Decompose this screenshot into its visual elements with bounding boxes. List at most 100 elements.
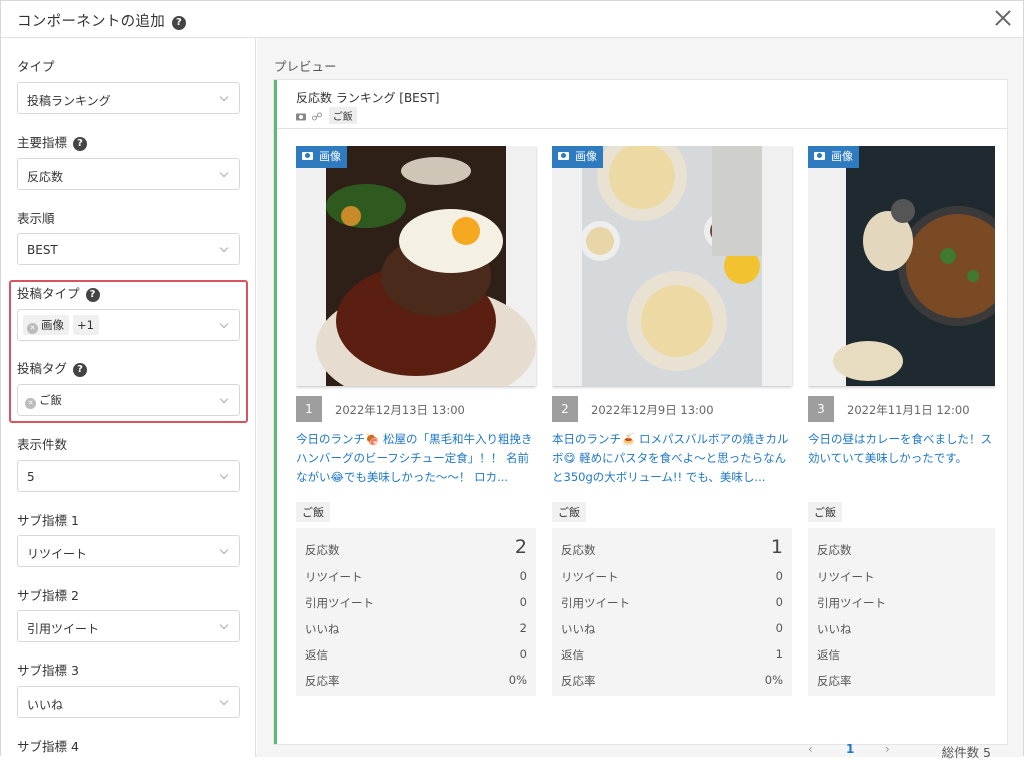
stat-value: 0	[775, 595, 783, 609]
stat-row: リツイート 0	[305, 569, 527, 585]
stat-row: 反応数 1	[561, 536, 783, 558]
image-type-badge: 画像	[552, 146, 603, 168]
chevron-down-icon	[219, 168, 229, 178]
post-text-link[interactable]: 今日のランチ🍖 松屋の「黒毛和牛入り粗挽きハンバーグのビーフシチュー定食」！！ …	[296, 430, 538, 490]
camera-icon	[302, 152, 313, 160]
stat-value: 2	[514, 536, 527, 558]
stat-row: 引用ツイート 0	[561, 595, 783, 611]
sub-metric-1-value: リツイート	[27, 547, 88, 561]
stat-label: 返信	[305, 648, 328, 662]
post-type-label: 投稿タイプ?	[17, 283, 100, 302]
post-tag: ご飯	[296, 502, 330, 522]
preview-label: プレビュー	[274, 59, 337, 74]
stat-row: 反応率 0%	[305, 673, 527, 689]
sub-metric-2-select[interactable]: 引用ツイート	[17, 610, 240, 642]
stat-label: 引用ツイート	[305, 596, 374, 610]
post-image-2[interactable]: 画像	[552, 146, 792, 386]
post-image-1[interactable]: 画像	[296, 146, 536, 386]
post-text-link[interactable]: 今日の昼はカレーを食べました！ス効いていて美味しかったです。	[808, 430, 995, 490]
sub-metric-4-label: サブ指標 4	[17, 739, 79, 754]
help-icon[interactable]: ?	[73, 137, 88, 151]
image-type-badge: 画像	[808, 146, 859, 168]
pagination-prev[interactable]: ‹	[808, 742, 813, 756]
help-icon[interactable]: ?	[85, 288, 100, 302]
stat-row: 反応数 2	[305, 536, 527, 558]
post-tag-label-text: 投稿タグ	[17, 361, 68, 376]
pagination-page[interactable]: 1	[846, 742, 854, 756]
stat-label: いいね	[305, 622, 340, 636]
preview-meta: ご飯	[296, 107, 357, 124]
post-image-3[interactable]: 画像	[808, 146, 995, 386]
ranking-card-3[interactable]: 画像 3 2022年11月1日 12:00 今日の昼はカレーを食べました！ス効い…	[808, 146, 995, 706]
stat-value: 0	[775, 621, 783, 635]
remove-tag-icon[interactable]: ✕	[27, 323, 38, 334]
order-label: 表示順	[17, 211, 55, 226]
stat-label: 反応率	[817, 674, 852, 688]
post-type-tag: ✕ 画像	[23, 315, 69, 335]
stat-value: 0	[519, 569, 527, 583]
post-text-link[interactable]: 本日のランチ🍝 ロメパスバルボアの焼きカルボ😋 軽めにパスタを食べよ〜と思ったら…	[552, 430, 794, 490]
sub-metric-3-select[interactable]: いいね	[17, 686, 240, 718]
help-icon[interactable]: ?	[172, 16, 186, 30]
chevron-down-icon	[219, 319, 229, 329]
add-component-modal: コンポーネントの追加? タイプ 投稿ランキング 主要指標? 反応数 表示順 BE…	[0, 0, 1024, 760]
stat-value: 1	[775, 647, 783, 661]
stat-value: 0	[775, 569, 783, 583]
chevron-down-icon	[219, 92, 229, 102]
chevron-down-icon	[219, 696, 229, 706]
close-icon[interactable]	[994, 9, 1012, 27]
chevron-down-icon	[219, 470, 229, 480]
count-label: 表示件数	[17, 437, 68, 452]
post-image-graphic	[808, 146, 995, 386]
image-type-badge: 画像	[296, 146, 347, 168]
camera-icon	[558, 152, 569, 160]
type-value: 投稿ランキング	[27, 94, 111, 108]
post-type-label-text: 投稿タイプ	[17, 286, 80, 301]
chevron-down-icon	[219, 545, 229, 555]
stats-box: 反応数 リツイート 引用ツイート いいね 返信 反応率	[808, 528, 995, 696]
stat-label: いいね	[561, 622, 596, 636]
stat-label: リツイート	[561, 570, 619, 584]
camera-icon	[814, 152, 825, 160]
link-icon	[311, 112, 322, 121]
sub-metric-1-label: サブ指標 1	[17, 513, 79, 528]
sub-metric-1-select[interactable]: リツイート	[17, 535, 240, 567]
image-type-badge-text: 画像	[575, 150, 597, 163]
post-date: 2022年12月9日 13:00	[591, 403, 714, 417]
stat-row: いいね	[817, 621, 995, 637]
stat-value: 0	[519, 595, 527, 609]
settings-panel: タイプ 投稿ランキング 主要指標? 反応数 表示順 BEST 投稿タイプ? ✕ 画…	[1, 38, 256, 757]
stat-value: 0	[519, 647, 527, 661]
post-image-graphic	[296, 146, 536, 386]
post-tag-tag-text: ご飯	[39, 393, 62, 407]
type-select[interactable]: 投稿ランキング	[17, 82, 240, 114]
stats-box: 反応数 1 リツイート 0 引用ツイート 0 いいね 0 返信 1 反応率 0%	[552, 528, 792, 696]
modal-header: コンポーネントの追加?	[1, 1, 1023, 38]
ranking-card-1[interactable]: 画像 1 2022年12月13日 13:00 今日のランチ🍖 松屋の「黒毛和牛入…	[296, 146, 538, 706]
preview-area: プレビュー 反応数 ランキング [BEST] ご飯 画像 1 2022年12月1…	[257, 38, 1023, 760]
chevron-down-icon	[219, 243, 229, 253]
rank-badge: 1	[296, 396, 322, 422]
remove-tag-icon[interactable]: ✕	[25, 398, 36, 409]
help-icon[interactable]: ?	[73, 363, 88, 377]
stat-value: 2	[519, 621, 527, 635]
order-select[interactable]: BEST	[17, 233, 240, 265]
main-metric-label-text: 主要指標	[17, 135, 68, 150]
stat-label: 返信	[817, 648, 840, 662]
post-tag-select[interactable]: ✕ ご飯	[17, 384, 240, 416]
main-metric-label: 主要指標?	[17, 132, 88, 151]
pagination-next[interactable]: ›	[885, 742, 890, 756]
stat-value: 1	[770, 536, 783, 558]
stat-label: 反応率	[305, 674, 340, 688]
post-type-select[interactable]: ✕ 画像 +1	[17, 309, 240, 341]
count-select[interactable]: 5	[17, 460, 240, 492]
chevron-down-icon	[219, 394, 229, 404]
ranking-card-2[interactable]: 画像 2 2022年12月9日 13:00 本日のランチ🍝 ロメパスバルボアの焼…	[552, 146, 794, 706]
divider	[277, 128, 1007, 129]
stat-value: 0%	[508, 673, 527, 687]
sub-metric-2-label: サブ指標 2	[17, 588, 79, 603]
count-value: 5	[27, 470, 35, 484]
post-tag-label: 投稿タグ?	[17, 358, 88, 377]
main-metric-select[interactable]: 反応数	[17, 158, 240, 190]
stat-row: 引用ツイート 0	[305, 595, 527, 611]
